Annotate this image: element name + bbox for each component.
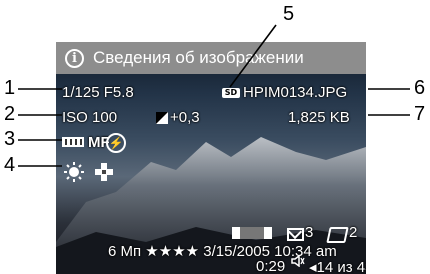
callout-6: 6 xyxy=(414,77,426,99)
callout-lines xyxy=(18,24,410,167)
callout-7: 7 xyxy=(414,103,426,125)
callout-3: 3 xyxy=(4,128,16,150)
callout-5: 5 xyxy=(283,3,295,25)
callout-2: 2 xyxy=(4,103,16,125)
callout-4: 4 xyxy=(4,154,16,176)
callout-1: 1 xyxy=(4,77,16,99)
